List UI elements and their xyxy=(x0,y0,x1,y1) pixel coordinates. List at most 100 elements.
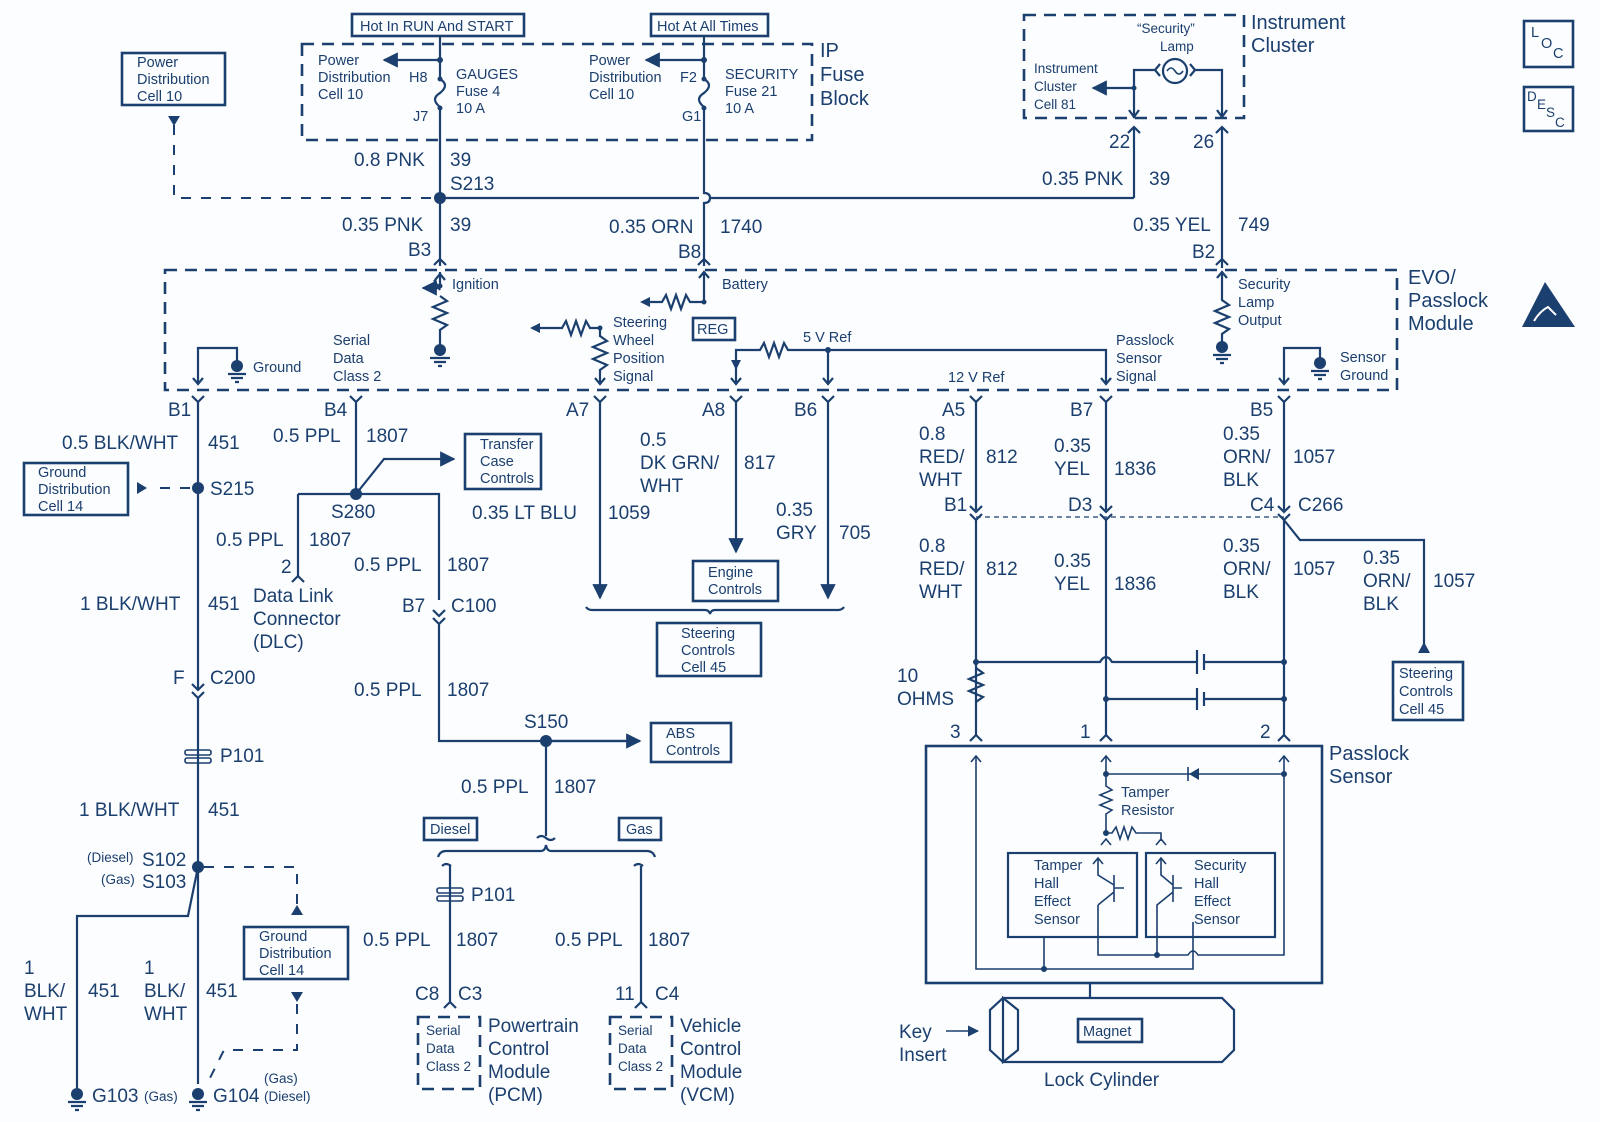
abs-controls-box[interactable]: ABS Controls xyxy=(649,721,733,764)
svg-text:Ground: Ground xyxy=(1340,368,1388,384)
svg-text:J7: J7 xyxy=(413,109,428,125)
ground-label: Ground xyxy=(253,360,301,376)
ground-dist-box-2[interactable]: Ground Distribution Cell 14 xyxy=(242,925,350,981)
svg-text:IP: IP xyxy=(820,40,839,62)
svg-text:Cell 45: Cell 45 xyxy=(1399,702,1444,718)
svg-text:Diesel: Diesel xyxy=(430,822,470,838)
svg-text:0.5 PPL: 0.5 PPL xyxy=(363,930,431,951)
pcm-module[interactable]: Serial Data Class 2 Powertrain Control M… xyxy=(416,1015,579,1106)
svg-text:10 A: 10 A xyxy=(456,101,485,117)
svg-text:1807: 1807 xyxy=(309,530,351,551)
svg-text:0.8: 0.8 xyxy=(919,424,945,445)
svg-text:A7: A7 xyxy=(566,400,589,421)
svg-text:Wheel: Wheel xyxy=(613,333,654,349)
esd-warning-icon xyxy=(1522,282,1575,327)
svg-text:2: 2 xyxy=(1260,722,1271,743)
svg-text:Effect: Effect xyxy=(1034,894,1071,910)
svg-text:Powertrain: Powertrain xyxy=(488,1016,579,1037)
svg-text:BLK: BLK xyxy=(1223,470,1259,491)
svg-text:Data: Data xyxy=(426,1041,455,1056)
svg-text:0.35: 0.35 xyxy=(1054,436,1091,457)
svg-text:1057: 1057 xyxy=(1433,571,1475,592)
svg-text:0.5: 0.5 xyxy=(640,430,666,451)
svg-text:(Gas): (Gas) xyxy=(144,1089,178,1104)
diesel-gas-brace xyxy=(436,844,657,858)
svg-text:1807: 1807 xyxy=(456,930,498,951)
svg-text:P101: P101 xyxy=(220,746,264,767)
svg-text:F2: F2 xyxy=(680,70,697,86)
transfer-case-box[interactable]: Transfer Case Controls xyxy=(463,432,543,491)
svg-text:451: 451 xyxy=(206,981,238,1002)
svg-text:S213: S213 xyxy=(450,174,494,195)
svg-text:Connector: Connector xyxy=(253,609,341,630)
steering-controls-box-right[interactable]: Steering Controls Cell 45 xyxy=(1391,660,1465,722)
svg-text:WHT: WHT xyxy=(640,476,684,497)
module-pin-labels: B1 B4 A7 A8 B6 A5 B7 B5 xyxy=(168,400,1273,421)
svg-text:Ground: Ground xyxy=(259,929,307,945)
svg-text:0.5 PPL: 0.5 PPL xyxy=(216,530,284,551)
svg-text:0.8: 0.8 xyxy=(919,536,945,557)
svg-text:(DLC): (DLC) xyxy=(253,632,304,653)
hot-at-all-times-label: Hot At All Times xyxy=(649,12,770,38)
svg-text:0.35: 0.35 xyxy=(1223,424,1260,445)
svg-text:BLK/: BLK/ xyxy=(144,981,186,1002)
cluster-connectors xyxy=(1127,109,1229,134)
vcm-module[interactable]: Serial Data Class 2 Vehicle Control Modu… xyxy=(608,1015,742,1106)
tamper-resistor-label: Tamper Resistor xyxy=(1121,785,1174,819)
engine-controls-box[interactable]: Engine Controls xyxy=(691,559,780,603)
svg-text:Controls: Controls xyxy=(666,743,720,759)
dlc-connector xyxy=(291,574,305,583)
loc-icon[interactable]: LOC xyxy=(1522,19,1575,69)
svg-text:Module: Module xyxy=(1408,313,1474,335)
cluster-pin-labels: 22 26 xyxy=(1109,132,1214,153)
svg-text:Distribution: Distribution xyxy=(318,70,391,86)
svg-text:C3: C3 xyxy=(458,984,482,1005)
ground-dist-box[interactable]: Ground Distribution Cell 14 xyxy=(22,461,130,517)
svg-text:Cell 14: Cell 14 xyxy=(259,963,304,979)
transistor-icon xyxy=(1155,856,1182,955)
svg-text:Instrument: Instrument xyxy=(1034,61,1098,76)
svg-text:Power: Power xyxy=(137,55,178,71)
steering-signal-label: Steering Wheel Position Signal xyxy=(613,315,667,385)
svg-text:Transfer: Transfer xyxy=(480,437,534,453)
power-distribution-box[interactable]: Power Distribution Cell 10 xyxy=(120,51,227,107)
svg-text:Position: Position xyxy=(613,351,665,367)
svg-text:0.35: 0.35 xyxy=(776,500,813,521)
svg-text:YEL: YEL xyxy=(1054,574,1090,595)
svg-text:Sensor: Sensor xyxy=(1194,912,1240,928)
svg-text:Block: Block xyxy=(820,88,870,110)
svg-text:Tamper: Tamper xyxy=(1034,858,1083,874)
svg-text:E: E xyxy=(1537,97,1546,112)
svg-text:Steering: Steering xyxy=(1399,666,1453,682)
svg-text:2: 2 xyxy=(281,557,292,578)
svg-text:(Diesel): (Diesel) xyxy=(264,1089,311,1104)
right-wire-labels: 0.8 RED/ WHT 812 0.35 YEL 1836 0.35 ORN/… xyxy=(919,424,1475,615)
desc-icon[interactable]: DESC xyxy=(1522,85,1575,133)
svg-text:B4: B4 xyxy=(324,400,348,421)
lock-cylinder: Magnet Lock Cylinder xyxy=(988,995,1236,1091)
diesel-tag: Diesel xyxy=(422,816,479,842)
steering-controls-box-mid[interactable]: Steering Controls Cell 45 xyxy=(655,621,763,678)
svg-text:1 BLK/WHT: 1 BLK/WHT xyxy=(79,800,180,821)
svg-text:Controls: Controls xyxy=(681,643,735,659)
svg-text:ORN/: ORN/ xyxy=(1223,447,1271,468)
svg-text:BLK: BLK xyxy=(1223,582,1259,603)
svg-text:Effect: Effect xyxy=(1194,894,1231,910)
svg-text:B8: B8 xyxy=(678,242,701,263)
svg-text:Magnet: Magnet xyxy=(1083,1024,1131,1040)
splice-s213 xyxy=(434,192,446,204)
svg-text:39: 39 xyxy=(450,150,471,171)
svg-text:Cell 10: Cell 10 xyxy=(137,89,182,105)
svg-text:SECURITY: SECURITY xyxy=(725,67,799,83)
svg-text:RED/: RED/ xyxy=(919,559,965,580)
svg-text:A5: A5 xyxy=(942,400,965,421)
svg-text:Resistor: Resistor xyxy=(1121,803,1174,819)
svg-text:P101: P101 xyxy=(471,885,515,906)
svg-text:Instrument: Instrument xyxy=(1251,12,1346,34)
svg-text:1807: 1807 xyxy=(447,555,489,576)
passlock-sensor-title: Passlock Sensor xyxy=(1329,743,1410,788)
svg-text:10: 10 xyxy=(897,666,918,687)
svg-text:1: 1 xyxy=(24,958,35,979)
svg-text:Cell 45: Cell 45 xyxy=(681,660,726,676)
svg-text:Control: Control xyxy=(680,1039,741,1060)
